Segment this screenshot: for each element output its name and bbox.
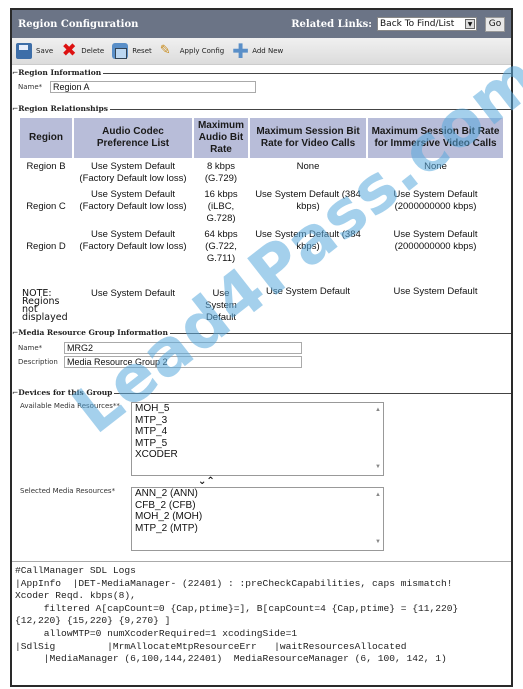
scroll-down-icon[interactable]: ▼ [375,462,381,474]
immersive-bitrate-cell: Use System Default [393,286,478,297]
move-up-icon[interactable]: ⌃ [206,476,214,487]
audio-bitrate-cell: Use System Default [205,288,237,323]
audio-bitrate-cell: 64 kbps (G.722, G.711) [204,229,238,264]
region-relationships-section: Region Relationships Region Audio Codec … [12,104,511,329]
log-line: |SdlSig |MrmAllocateMtpResourceErr |wait… [15,640,407,652]
delete-button[interactable]: ✖ Delete [61,40,105,61]
video-bitrate-cell: None [296,161,320,172]
region-name-input[interactable] [50,81,256,93]
devices-legend: Devices for this Group [12,388,115,397]
add-new-label: Add New [252,47,284,55]
apply-config-button[interactable]: ✎ Apply Config [160,43,224,59]
codec-cell: Use System Default [91,288,175,299]
log-line: Xcoder Reqd. kbps(8), [15,590,136,602]
region-cell: Region B [26,161,66,172]
log-line: filtered A[capCount=0 {Cap,ptime}=], B[c… [15,602,459,614]
region-relationships-table: Region Audio Codec Preference List Maxim… [18,116,505,327]
list-item[interactable]: CFB_2 (CFB) [135,500,383,512]
table-row: Region D Use System Default (Factory Def… [20,228,503,266]
mrg-name-label: Name* [18,344,43,352]
codec-cell: Use System Default (Factory Default low … [79,189,187,212]
related-links-value: Back To Find/List [380,19,455,29]
reset-icon [112,43,129,59]
video-bitrate-cell: Use System Default (384 kbps) [255,189,361,212]
available-resources-listbox[interactable]: MOH_5 MTP_3 MTP_4 MTP_5 XCODER ▲ ▼ [131,402,384,476]
audio-bitrate-cell: 8 kbps (G.729) [204,161,238,184]
mrg-information-legend: Media Resource Group Information [12,328,170,337]
region-cell: Region C [26,201,66,212]
available-resources-label: Available Media Resources** [20,402,120,410]
column-header: Maximum Session Bit Rate for Immersive V… [368,118,503,158]
video-bitrate-cell: Use System Default (384 kbps) [255,229,361,252]
column-header: Maximum Session Bit Rate for Video Calls [250,118,366,158]
chevron-down-icon: ▼ [465,19,475,29]
toolbar: Save ✖ Delete Reset ✎ Apply Config ✚ Add… [12,38,511,65]
table-header-row: Region Audio Codec Preference List Maxim… [20,118,503,158]
devices-section: Devices for this Group Available Media R… [12,388,511,573]
save-icon [16,43,32,59]
codec-cell: Use System Default (Factory Default low … [79,161,187,184]
immersive-bitrate-cell: None [424,161,447,172]
region-cell: Region D [26,241,66,252]
add-new-button[interactable]: ✚ Add New [232,39,284,63]
region-configuration-window: Region Configuration Related Links: Back… [10,8,513,687]
region-information-section: Region Information Name* [12,68,511,105]
reset-button[interactable]: Reset [112,43,152,59]
delete-label: Delete [81,47,105,55]
log-line: #CallManager SDL Logs [15,565,136,576]
column-header: Audio Codec Preference List [74,118,192,158]
column-header: Maximum Audio Bit Rate [194,118,248,158]
reset-label: Reset [132,47,152,55]
list-item[interactable]: MOH_2 (MOH) [135,511,383,523]
mrg-information-section: Media Resource Group Information Name* D… [12,328,511,389]
list-item[interactable]: ANN_2 (ANN) [135,488,383,500]
pencil-icon: ✎ [159,43,171,58]
plus-icon: ✚ [232,39,249,63]
apply-config-label: Apply Config [179,47,225,55]
log-line: |AppInfo |DET-MediaManager- (22401) : :p… [15,577,453,589]
region-relationships-legend: Region Relationships [12,104,110,113]
log-line: allowMTP=0 numXcoderRequired=1 xcodingSi… [15,627,298,639]
go-button[interactable]: Go [485,16,505,32]
log-line: |MediaManager (6,100,144,22401) MediaRes… [15,653,447,665]
save-label: Save [36,47,54,55]
immersive-bitrate-cell: Use System Default (2000000000 kbps) [393,229,478,252]
codec-cell: Use System Default (Factory Default low … [79,229,187,252]
scroll-up-icon[interactable]: ▲ [375,405,381,417]
related-links-label: Related Links: [291,18,372,30]
delete-icon: ✖ [61,40,77,61]
list-item[interactable]: MTP_4 [135,426,383,438]
callmanager-sdl-logs: #CallManager SDL Logs |AppInfo |DET-Media… [12,561,511,685]
column-header: Region [20,118,72,158]
selected-resources-listbox[interactable]: ANN_2 (ANN) CFB_2 (CFB) MOH_2 (MOH) MTP_… [131,487,384,551]
note-regions-not-displayed: NOTE: Regions not displayed [22,288,68,323]
immersive-bitrate-cell: Use System Default (2000000000 kbps) [393,189,478,212]
list-item[interactable]: XCODER [135,449,383,461]
scroll-down-icon[interactable]: ▼ [375,537,381,549]
list-item[interactable]: MOH_5 [135,403,383,415]
audio-bitrate-cell: 16 kbps (iLBC, G.728) [204,189,238,224]
list-item[interactable]: MTP_5 [135,438,383,450]
table-row: Region B Use System Default (Factory Def… [20,160,503,186]
title-bar: Region Configuration Related Links: Back… [12,10,511,38]
mrg-description-label: Description [18,358,58,366]
table-row: NOTE: Regions not displayed Use System D… [20,268,503,325]
page-title: Region Configuration [18,18,139,30]
region-name-label: Name* [18,83,43,91]
related-links-select[interactable]: Back To Find/List ▼ [377,17,477,31]
table-row: Region C Use System Default (Factory Def… [20,188,503,226]
save-button[interactable]: Save [16,43,53,59]
move-buttons: ⌄⌃ [198,476,505,487]
scroll-up-icon[interactable]: ▲ [375,490,381,502]
list-item[interactable]: MTP_3 [135,415,383,427]
mrg-description-input[interactable] [64,356,302,368]
region-information-legend: Region Information [12,68,104,77]
list-item[interactable]: MTP_2 (MTP) [135,523,383,535]
mrg-name-input[interactable] [64,342,302,354]
video-bitrate-cell: Use System Default [266,286,350,297]
log-line: {12,220} {15,220} {9,270} ] [15,615,171,627]
selected-resources-label: Selected Media Resources* [20,487,116,495]
